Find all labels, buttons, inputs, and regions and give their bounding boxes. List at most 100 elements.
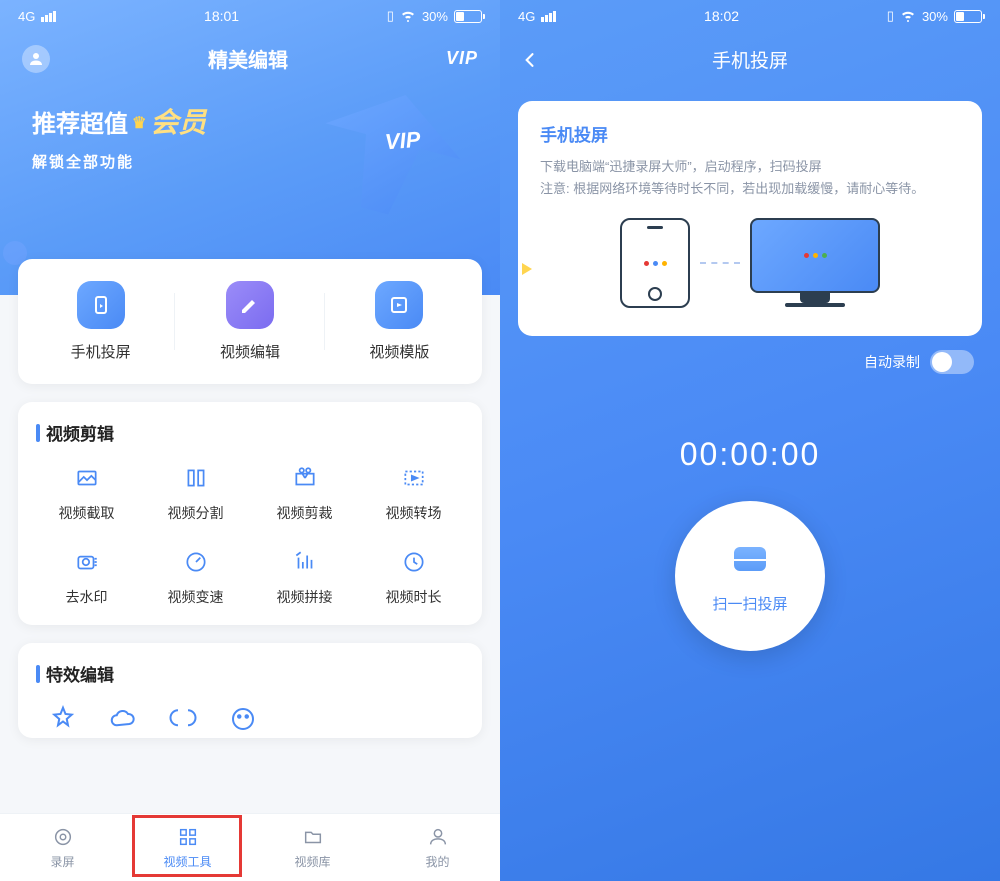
wifi-icon	[900, 10, 916, 22]
play-icon	[522, 263, 532, 275]
cloud-icon[interactable]	[108, 704, 138, 734]
tools-icon	[176, 825, 200, 849]
extract-icon	[72, 463, 102, 493]
main-item-template[interactable]: 视频模版	[325, 281, 474, 362]
video-edit-section: 视频剪辑 视频截取 视频分割 视频剪裁 视频转场 去水印 视频变速 视频拼接 视…	[18, 402, 482, 625]
auto-record-row: 自动录制	[500, 336, 1000, 388]
network-label: 4G	[518, 9, 535, 24]
duration-icon	[399, 547, 429, 577]
hero-banner: 4G 18:01 ▯ 30% 精美编辑 VIP 推荐超值 ♛ 会员	[0, 0, 500, 295]
avatar-icon[interactable]	[22, 45, 50, 73]
speed-icon	[181, 547, 211, 577]
profile-icon	[426, 825, 450, 849]
scan-button[interactable]: 扫一扫投屏	[675, 501, 825, 651]
crown-icon: ♛	[132, 113, 146, 133]
signal-icon	[541, 11, 556, 22]
main-item-edit[interactable]: 视频编辑	[175, 281, 324, 362]
template-icon	[375, 281, 423, 329]
section-accent	[36, 665, 40, 683]
promo-member: 会员	[150, 101, 206, 141]
tool-label: 去水印	[66, 587, 108, 607]
status-bar: 4G 18:01 ▯ 30%	[0, 0, 500, 32]
connection-line	[700, 262, 740, 264]
timer-display: 00:00:00	[680, 436, 821, 473]
signal-icon	[41, 11, 56, 22]
auto-record-label: 自动录制	[864, 352, 920, 372]
battery-icon	[454, 10, 482, 23]
battery-percent: 30%	[922, 9, 948, 24]
main-label: 手机投屏	[71, 341, 131, 362]
section-title: 特效编辑	[46, 661, 114, 686]
main-label: 视频模版	[369, 341, 429, 362]
tab-label: 录屏	[50, 853, 74, 870]
main-item-cast[interactable]: 手机投屏	[26, 281, 175, 362]
tool-crop[interactable]: 视频剪裁	[254, 463, 355, 523]
star-icon[interactable]	[48, 704, 78, 734]
loop-icon[interactable]	[168, 704, 198, 734]
scan-label: 扫一扫投屏	[712, 593, 787, 614]
monitor-device-icon	[750, 218, 880, 308]
right-screen: 4G 18:02 ▯ 30% 手机投屏 手机投屏 下载电脑端“迅捷录屏大师”，启…	[500, 0, 1000, 881]
tool-label: 视频剪裁	[277, 503, 333, 523]
network-label: 4G	[18, 9, 35, 24]
tab-label: 视频工具	[163, 853, 211, 870]
devices-illustration	[540, 218, 960, 308]
wifi-icon	[400, 10, 416, 22]
card-title: 手机投屏	[540, 121, 960, 146]
merge-icon	[290, 547, 320, 577]
record-icon	[51, 825, 75, 849]
tool-label: 视频转场	[386, 503, 442, 523]
scan-icon	[730, 539, 770, 579]
watermark-icon	[72, 547, 102, 577]
battery-icon	[954, 10, 982, 23]
vip-badge[interactable]: VIP	[446, 48, 478, 69]
page-header: 手机投屏	[500, 32, 1000, 87]
split-icon	[181, 463, 211, 493]
main-tools-card: 手机投屏 视频编辑 视频模版	[18, 259, 482, 384]
section-title: 视频剪辑	[46, 420, 114, 445]
tool-extract[interactable]: 视频截取	[36, 463, 137, 523]
tool-label: 视频分割	[168, 503, 224, 523]
arrow-graphic: VIP	[290, 93, 470, 233]
tool-merge[interactable]: 视频拼接	[254, 547, 355, 607]
tab-label: 我的	[425, 853, 449, 870]
cast-icon	[77, 281, 125, 329]
arrow-vip-label: VIP	[383, 127, 421, 156]
tool-split[interactable]: 视频分割	[145, 463, 246, 523]
left-screen: 4G 18:01 ▯ 30% 精美编辑 VIP 推荐超值 ♛ 会员	[0, 0, 500, 881]
card-description: 下载电脑端“迅捷录屏大师”，启动程序，扫码投屏 注意: 根据网络环境等待时长不同…	[540, 156, 960, 200]
edit-icon	[226, 281, 274, 329]
info-card: 手机投屏 下载电脑端“迅捷录屏大师”，启动程序，扫码投屏 注意: 根据网络环境等…	[518, 101, 982, 336]
tool-label: 视频时长	[386, 587, 442, 607]
tab-tools[interactable]: 视频工具	[125, 814, 250, 881]
timer-area: 00:00:00 扫一扫投屏	[500, 436, 1000, 651]
clock: 18:02	[704, 8, 739, 24]
page-title: 手机投屏	[520, 46, 980, 73]
tab-library[interactable]: 视频库	[250, 814, 375, 881]
tab-label: 视频库	[294, 853, 330, 870]
transition-icon	[399, 463, 429, 493]
tool-transition[interactable]: 视频转场	[363, 463, 464, 523]
tool-speed[interactable]: 视频变速	[145, 547, 246, 607]
main-label: 视频编辑	[220, 341, 280, 362]
tool-duration[interactable]: 视频时长	[363, 547, 464, 607]
tool-label: 视频变速	[168, 587, 224, 607]
crop-icon	[290, 463, 320, 493]
library-icon	[301, 825, 325, 849]
tool-label: 视频拼接	[277, 587, 333, 607]
clock: 18:01	[204, 8, 239, 24]
bottom-tab-bar: 录屏 视频工具 视频库 我的	[0, 813, 500, 881]
page-title: 精美编辑	[50, 44, 446, 73]
battery-percent: 30%	[422, 9, 448, 24]
tab-mine[interactable]: 我的	[375, 814, 500, 881]
hero-promo[interactable]: 推荐超值 ♛ 会员 解锁全部功能 VIP	[0, 73, 500, 172]
face-icon[interactable]	[228, 704, 258, 734]
tab-record[interactable]: 录屏	[0, 814, 125, 881]
vibrate-icon: ▯	[387, 8, 394, 24]
phone-device-icon	[620, 218, 690, 308]
vibrate-icon: ▯	[887, 8, 894, 24]
tool-watermark[interactable]: 去水印	[36, 547, 137, 607]
section-accent	[36, 424, 40, 442]
auto-record-toggle[interactable]	[930, 350, 974, 374]
effects-section: 特效编辑	[18, 643, 482, 738]
